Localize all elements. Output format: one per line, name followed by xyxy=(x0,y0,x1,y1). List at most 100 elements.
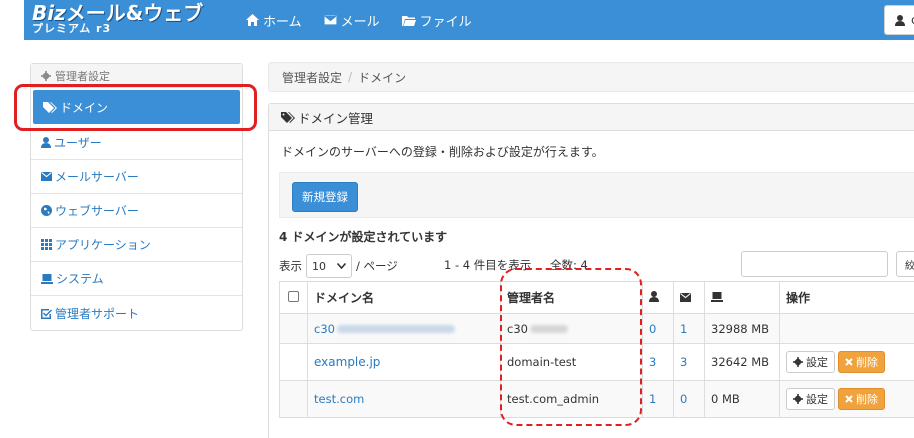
sidebar-item-web-server[interactable]: ウェブサーバー xyxy=(31,194,242,228)
col-admin[interactable]: 管理者名 xyxy=(500,281,643,314)
per-page-select[interactable]: 10 xyxy=(306,254,352,278)
check-square-icon xyxy=(41,308,52,319)
close-icon xyxy=(845,395,853,403)
sidebar-item-user[interactable]: ユーザー xyxy=(31,126,242,160)
user-icon xyxy=(41,137,51,148)
col-users[interactable] xyxy=(642,281,674,314)
user-count-cell: 0 xyxy=(642,313,674,344)
mail-count-cell: 0 xyxy=(673,380,705,418)
actions-cell: 設定 削除 xyxy=(779,380,914,418)
envelope-icon xyxy=(680,292,691,302)
per-page-suffix: / ページ xyxy=(356,259,398,273)
home-icon xyxy=(246,14,259,26)
chevron-down-icon xyxy=(337,263,346,269)
mail-count-cell: 1 xyxy=(673,313,705,344)
top-navbar: Bizメール&ウェブ プレミアム r3 ホーム メール ファイル c30 xyxy=(24,0,914,40)
settings-button[interactable]: 設定 xyxy=(786,388,835,410)
laptop-icon xyxy=(711,291,723,302)
table-row: c30 c30 0 1 32988 MB xyxy=(279,313,914,344)
sidebar-item-label: 管理者サポート xyxy=(55,306,140,321)
domain-link[interactable]: test.com xyxy=(314,392,364,406)
domain-cell: example.jp xyxy=(307,343,501,381)
disk-cell: 32988 MB xyxy=(704,313,780,344)
domain-table: ドメイン名 管理者名 操作 c30 c30 0 1 32988 MB examp… xyxy=(279,281,914,418)
breadcrumb-parent[interactable]: 管理者設定 xyxy=(282,69,342,86)
user-menu[interactable]: c30 xyxy=(884,5,914,35)
domain-panel: ドメイン管理 ドメインのサーバーへの登録・削除および設定が行えます。 新規登録 … xyxy=(268,103,914,438)
user-count-link[interactable]: 0 xyxy=(649,322,656,336)
col-mails[interactable] xyxy=(673,281,705,314)
app-logo[interactable]: Bizメール&ウェブ プレミアム r3 xyxy=(32,3,203,34)
sidebar-item-admin-support[interactable]: 管理者サポート xyxy=(31,296,242,330)
admin-cell: c30 xyxy=(500,313,643,344)
nav-home[interactable]: ホーム xyxy=(246,11,302,30)
row-checkbox-cell xyxy=(279,343,308,381)
sidebar-item-domain[interactable]: ドメイン xyxy=(33,90,240,124)
domain-cell: c30 xyxy=(307,313,501,344)
sidebar-item-label: アプリケーション xyxy=(55,238,151,252)
per-page-value: 10 xyxy=(312,259,326,273)
disk-cell: 32642 MB xyxy=(704,343,780,381)
user-count-cell: 1 xyxy=(642,380,674,418)
domain-link[interactable]: c30 xyxy=(314,322,455,336)
gear-icon xyxy=(41,70,51,81)
laptop-icon xyxy=(41,273,53,284)
user-icon xyxy=(895,14,905,26)
user-count-link[interactable]: 3 xyxy=(649,355,656,369)
grid-icon xyxy=(41,239,52,250)
tags-icon xyxy=(281,111,295,123)
per-page-control: 表示 10 / ページ xyxy=(279,254,398,278)
sidebar-heading-label: 管理者設定 xyxy=(55,69,110,83)
admin-sidebar: 管理者設定 ドメイン ユーザー メールサーバー ウェブサーバー アプリケーション… xyxy=(30,63,243,331)
delete-label: 削除 xyxy=(856,393,878,406)
action-well: 新規登録 xyxy=(279,172,914,218)
table-row: test.com test.com_admin 1 0 0 MB 設定 削除 xyxy=(279,380,914,418)
panel-heading: ドメイン管理 xyxy=(269,104,914,131)
range-text: 1 - 4 件目を表示 xyxy=(444,258,532,272)
select-all-checkbox[interactable] xyxy=(288,290,299,302)
panel-description: ドメインのサーバーへの登録・削除および設定が行えます。 xyxy=(281,145,604,159)
sidebar-item-label: システム xyxy=(56,272,104,286)
domain-link[interactable]: example.jp xyxy=(314,355,380,369)
search-input[interactable] xyxy=(741,251,888,277)
new-domain-button[interactable]: 新規登録 xyxy=(292,182,358,212)
col-actions: 操作 xyxy=(779,281,914,314)
sidebar-item-application[interactable]: アプリケーション xyxy=(31,228,242,262)
mail-count-link[interactable]: 1 xyxy=(680,322,687,336)
search-button[interactable]: 絞 xyxy=(896,251,914,277)
col-disk[interactable] xyxy=(704,281,780,314)
nav-file-label: ファイル xyxy=(419,14,472,30)
user-count-cell: 3 xyxy=(642,343,674,381)
show-label: 表示 xyxy=(279,259,302,273)
nav-home-label: ホーム xyxy=(263,14,302,30)
breadcrumb-current: ドメイン xyxy=(358,70,407,85)
select-all-cell xyxy=(279,281,308,314)
envelope-icon xyxy=(41,172,52,181)
folder-icon xyxy=(401,15,416,26)
settings-button[interactable]: 設定 xyxy=(786,351,835,373)
table-header-row: ドメイン名 管理者名 操作 xyxy=(279,281,914,314)
domain-count: 4 ドメインが設定されています xyxy=(279,230,448,244)
admin-cell: test.com_admin xyxy=(500,380,643,418)
sidebar-item-label: メールサーバー xyxy=(55,170,139,184)
sidebar-item-system[interactable]: システム xyxy=(31,262,242,296)
sidebar-item-mail-server[interactable]: メールサーバー xyxy=(31,160,242,194)
nav-file[interactable]: ファイル xyxy=(401,11,472,30)
delete-button[interactable]: 削除 xyxy=(838,388,885,410)
user-count-link[interactable]: 1 xyxy=(649,392,656,406)
sidebar-item-label: ユーザー xyxy=(54,136,102,150)
nav-mail-label: メール xyxy=(340,14,380,30)
disk-cell: 0 MB xyxy=(704,380,780,418)
mail-count-link[interactable]: 0 xyxy=(680,392,687,406)
mail-count-link[interactable]: 3 xyxy=(680,355,687,369)
actions-cell: 設定 削除 xyxy=(779,343,914,381)
col-domain[interactable]: ドメイン名 xyxy=(307,281,501,314)
mail-count-cell: 3 xyxy=(673,343,705,381)
close-icon xyxy=(845,358,853,366)
table-row: example.jp domain-test 3 3 32642 MB 設定 削除 xyxy=(279,343,914,381)
row-checkbox-cell xyxy=(279,380,308,418)
domain-cell: test.com xyxy=(307,380,501,418)
breadcrumb: 管理者設定 / ドメイン xyxy=(268,62,914,92)
nav-mail[interactable]: メール xyxy=(323,11,380,30)
delete-button[interactable]: 削除 xyxy=(838,351,885,373)
